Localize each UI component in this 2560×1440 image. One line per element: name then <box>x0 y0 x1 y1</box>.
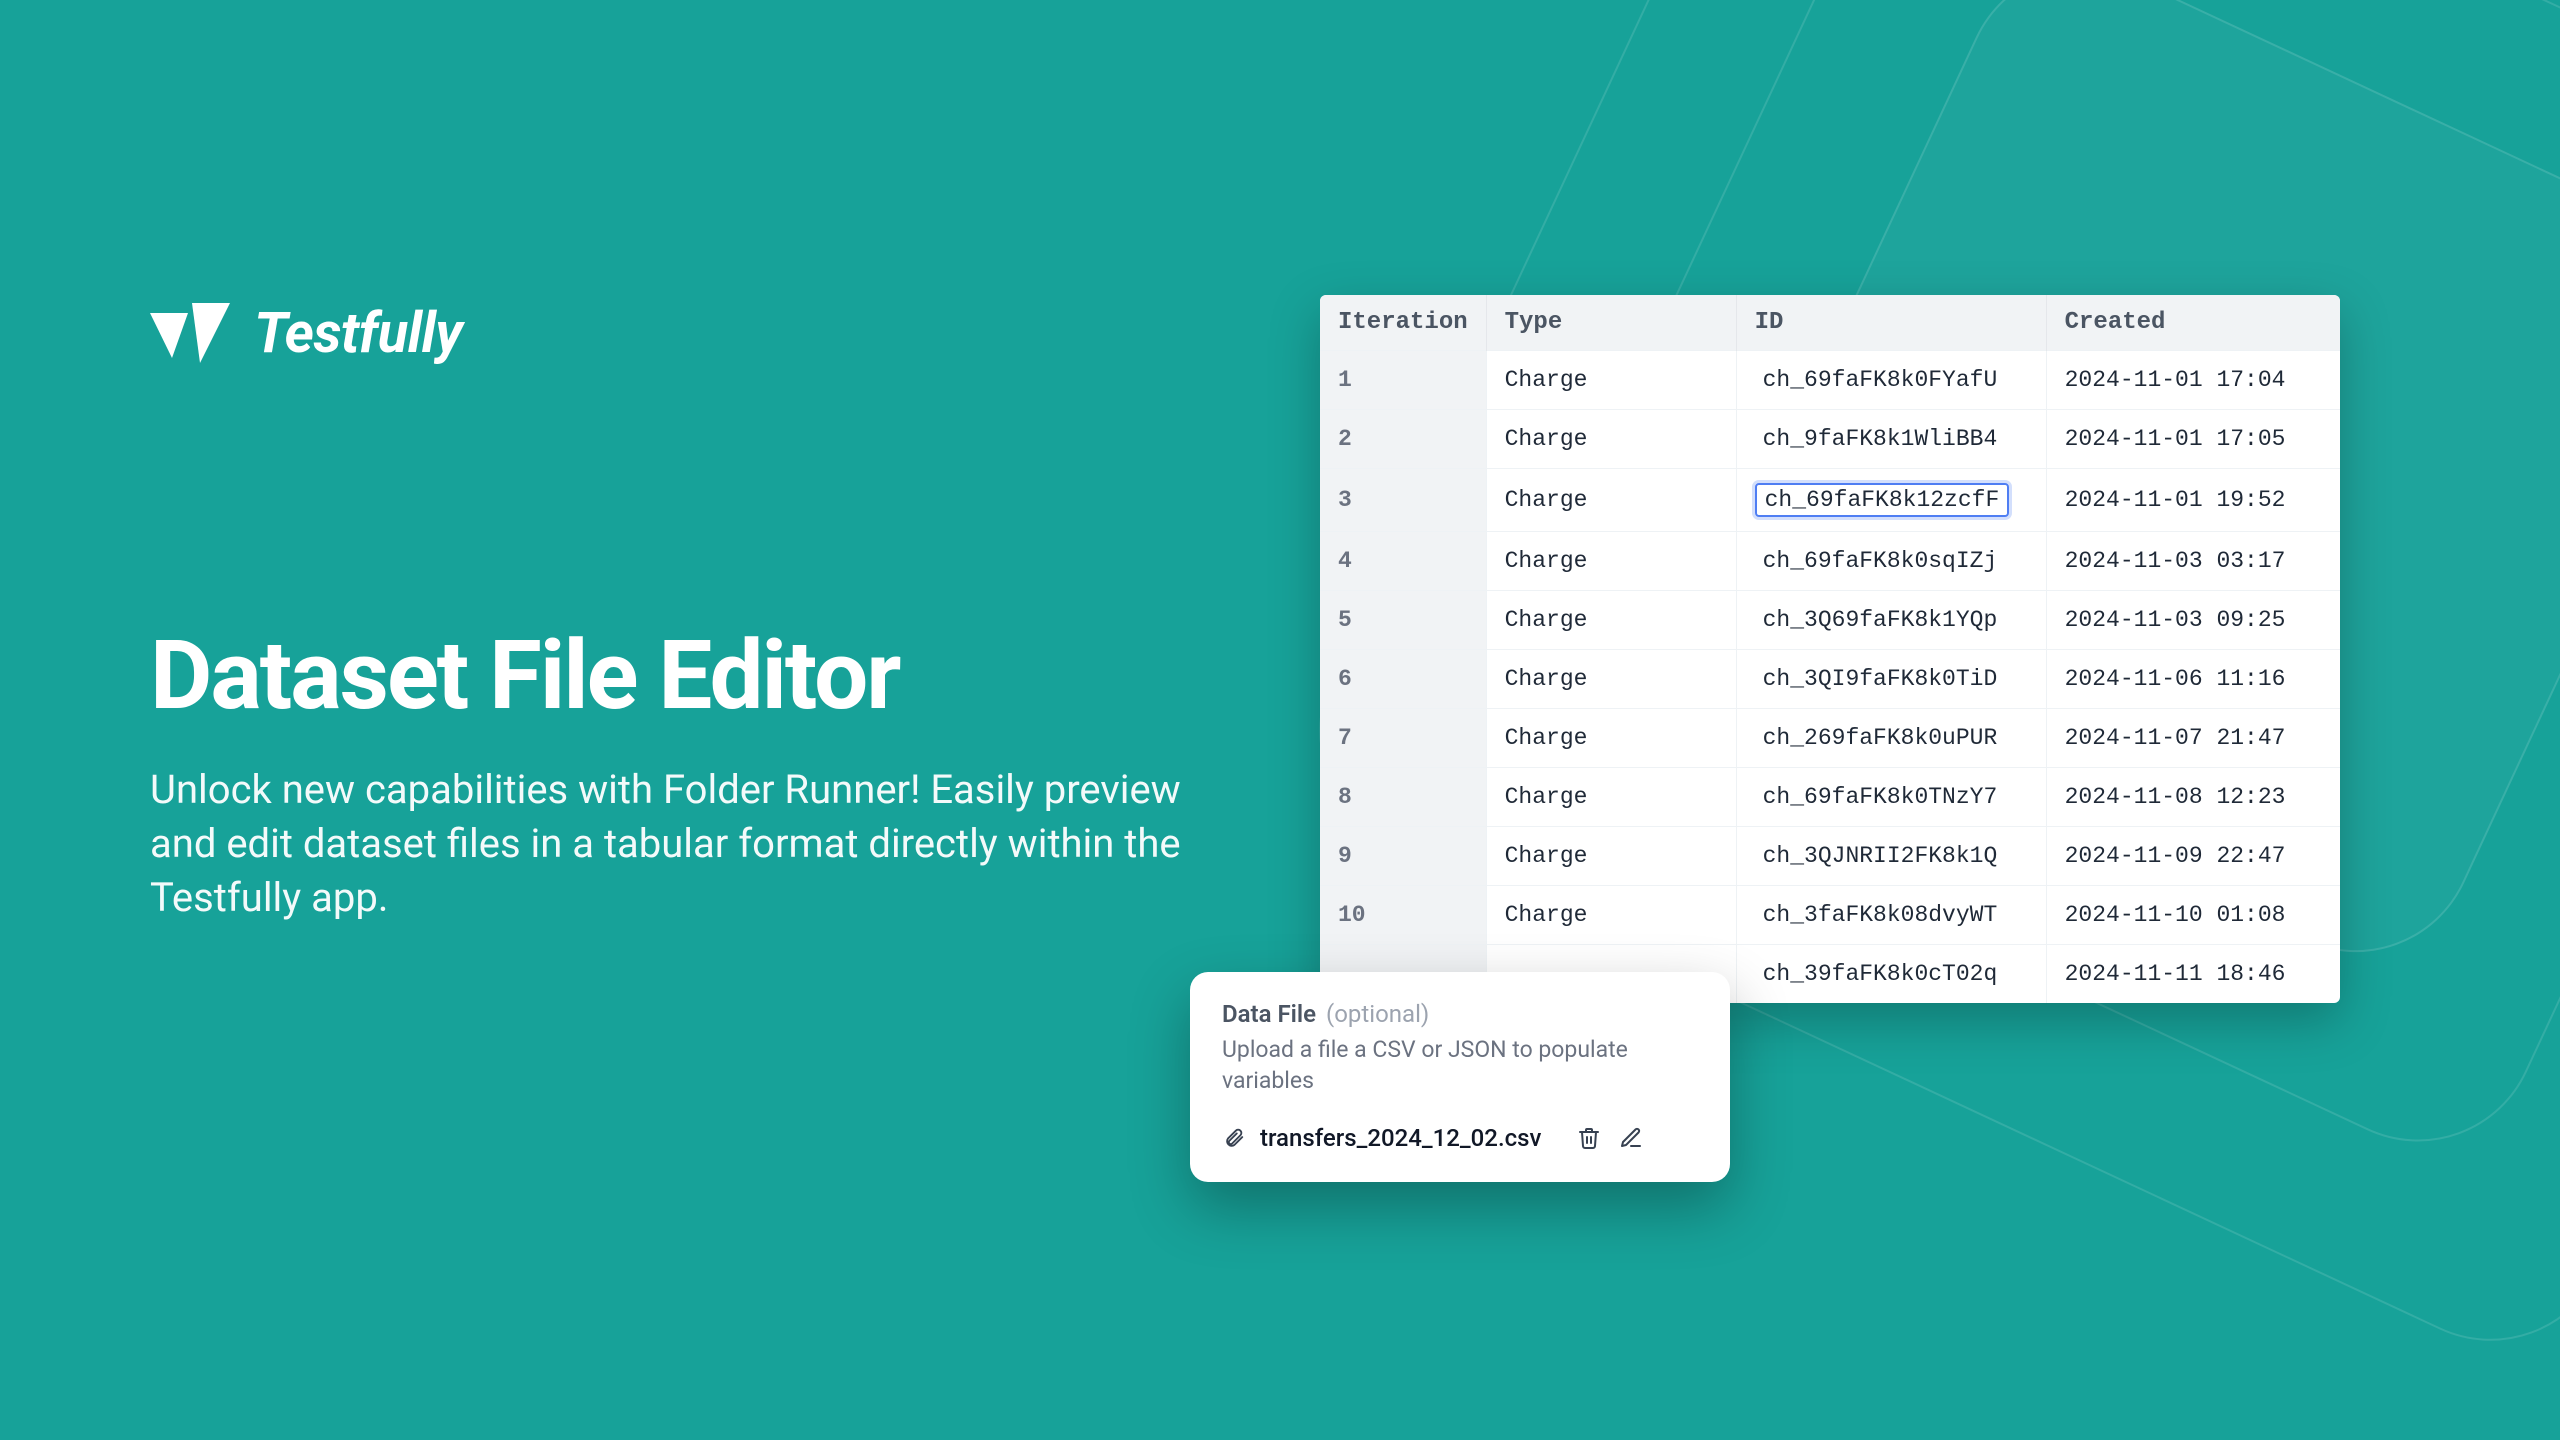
cell-type[interactable]: Charge <box>1486 410 1736 469</box>
cell-id[interactable]: ch_3QI9faFK8k0TiD <box>1736 650 2046 709</box>
data-file-heading: Data File (optional) <box>1222 1000 1698 1028</box>
dataset-table-panel: Iteration Type ID Created 1Chargech_69fa… <box>1320 295 2340 1003</box>
table-header-row: Iteration Type ID Created <box>1320 295 2340 351</box>
cell-created[interactable]: 2024-11-01 17:05 <box>2046 410 2340 469</box>
col-header-created[interactable]: Created <box>2046 295 2340 351</box>
cell-id[interactable]: ch_3QJNRII2FK8k1Q <box>1736 827 2046 886</box>
cell-id[interactable]: ch_39faFK8k0cT02q <box>1736 945 2046 1004</box>
dataset-table[interactable]: Iteration Type ID Created 1Chargech_69fa… <box>1320 295 2340 1003</box>
cell-iteration[interactable]: 6 <box>1320 650 1486 709</box>
cell-id[interactable]: ch_69faFK8k12zcfF <box>1736 469 2046 532</box>
data-file-description: Upload a file a CSV or JSON to populate … <box>1222 1034 1698 1096</box>
cell-type[interactable]: Charge <box>1486 827 1736 886</box>
cell-iteration[interactable]: 8 <box>1320 768 1486 827</box>
cell-type[interactable]: Charge <box>1486 591 1736 650</box>
attached-file-name[interactable]: transfers_2024_12_02.csv <box>1260 1124 1541 1152</box>
cell-created[interactable]: 2024-11-06 11:16 <box>2046 650 2340 709</box>
testfully-logo-icon <box>150 303 230 363</box>
table-row[interactable]: 8Chargech_69faFK8k0TNzY72024-11-08 12:23 <box>1320 768 2340 827</box>
cell-created[interactable]: 2024-11-08 12:23 <box>2046 768 2340 827</box>
cell-iteration[interactable]: 10 <box>1320 886 1486 945</box>
table-row[interactable]: 4Chargech_69faFK8k0sqIZj2024-11-03 03:17 <box>1320 532 2340 591</box>
cell-type[interactable]: Charge <box>1486 469 1736 532</box>
page-description: Unlock new capabilities with Folder Runn… <box>150 763 1190 925</box>
cell-created[interactable]: 2024-11-10 01:08 <box>2046 886 2340 945</box>
cell-created[interactable]: 2024-11-07 21:47 <box>2046 709 2340 768</box>
cell-type[interactable]: Charge <box>1486 709 1736 768</box>
cell-iteration[interactable]: 9 <box>1320 827 1486 886</box>
table-row[interactable]: 6Chargech_3QI9faFK8k0TiD2024-11-06 11:16 <box>1320 650 2340 709</box>
cell-iteration[interactable]: 1 <box>1320 351 1486 410</box>
cell-iteration[interactable]: 4 <box>1320 532 1486 591</box>
data-file-title: Data File <box>1222 1000 1316 1028</box>
table-row[interactable]: 2Chargech_9faFK8k1WliBB42024-11-01 17:05 <box>1320 410 2340 469</box>
cell-created[interactable]: 2024-11-11 18:46 <box>2046 945 2340 1004</box>
cell-id[interactable]: ch_269faFK8k0uPUR <box>1736 709 2046 768</box>
cell-type[interactable]: Charge <box>1486 532 1736 591</box>
table-row[interactable]: 1Chargech_69faFK8k0FYafU2024-11-01 17:04 <box>1320 351 2340 410</box>
data-file-optional: (optional) <box>1326 1000 1429 1028</box>
page-title: Dataset File Editor <box>150 626 1190 727</box>
cell-id[interactable]: ch_69faFK8k0TNzY7 <box>1736 768 2046 827</box>
brand-logo: Testfully <box>150 300 1190 366</box>
cell-created[interactable]: 2024-11-03 03:17 <box>2046 532 2340 591</box>
hero-panel: Testfully Dataset File Editor Unlock new… <box>150 300 1190 925</box>
table-row[interactable]: 9Chargech_3QJNRII2FK8k1Q2024-11-09 22:47 <box>1320 827 2340 886</box>
cell-id[interactable]: ch_3faFK8k08dvyWT <box>1736 886 2046 945</box>
cell-iteration[interactable]: 7 <box>1320 709 1486 768</box>
col-header-type[interactable]: Type <box>1486 295 1736 351</box>
brand-name: Testfully <box>254 300 462 366</box>
cell-iteration[interactable]: 5 <box>1320 591 1486 650</box>
cell-iteration[interactable]: 2 <box>1320 410 1486 469</box>
cell-iteration[interactable]: 3 <box>1320 469 1486 532</box>
col-header-id[interactable]: ID <box>1736 295 2046 351</box>
cell-type[interactable]: Charge <box>1486 886 1736 945</box>
table-row[interactable]: 10Chargech_3faFK8k08dvyWT2024-11-10 01:0… <box>1320 886 2340 945</box>
cell-created[interactable]: 2024-11-01 19:52 <box>2046 469 2340 532</box>
cell-type[interactable]: Charge <box>1486 351 1736 410</box>
cell-type[interactable]: Charge <box>1486 650 1736 709</box>
cell-created[interactable]: 2024-11-03 09:25 <box>2046 591 2340 650</box>
table-row[interactable]: 5Chargech_3Q69faFK8k1YQp2024-11-03 09:25 <box>1320 591 2340 650</box>
cell-created[interactable]: 2024-11-01 17:04 <box>2046 351 2340 410</box>
table-row[interactable]: 3Chargech_69faFK8k12zcfF2024-11-01 19:52 <box>1320 469 2340 532</box>
cell-id[interactable]: ch_9faFK8k1WliBB4 <box>1736 410 2046 469</box>
data-file-card: Data File (optional) Upload a file a CSV… <box>1190 972 1730 1182</box>
delete-file-button[interactable] <box>1575 1124 1603 1152</box>
edit-file-button[interactable] <box>1617 1124 1645 1152</box>
cell-created[interactable]: 2024-11-09 22:47 <box>2046 827 2340 886</box>
cell-id[interactable]: ch_3Q69faFK8k1YQp <box>1736 591 2046 650</box>
cell-id[interactable]: ch_69faFK8k0FYafU <box>1736 351 2046 410</box>
cell-id[interactable]: ch_69faFK8k0sqIZj <box>1736 532 2046 591</box>
col-header-iteration[interactable]: Iteration <box>1320 295 1486 351</box>
table-row[interactable]: 7Chargech_269faFK8k0uPUR2024-11-07 21:47 <box>1320 709 2340 768</box>
cell-type[interactable]: Charge <box>1486 768 1736 827</box>
attached-file-row: transfers_2024_12_02.csv <box>1222 1124 1698 1152</box>
attachment-icon <box>1222 1126 1246 1150</box>
